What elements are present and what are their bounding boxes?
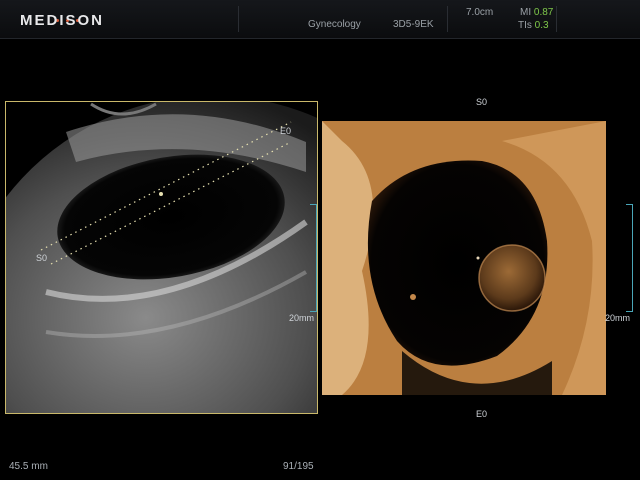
volume-render-panel[interactable] [322, 121, 606, 395]
tis-label: TIs [518, 20, 532, 31]
header-separator [556, 6, 557, 32]
bmode-image-panel[interactable]: S0 E0 [5, 101, 318, 414]
tis-value: 0.3 [534, 20, 549, 31]
header-separator [447, 6, 448, 32]
tis-readout: TIs 0.3 [518, 20, 549, 31]
start-marker-right: S0 [476, 97, 488, 107]
mi-value: 0.87 [533, 7, 554, 18]
measurement-readout: 45.5 mm [9, 461, 48, 472]
brand-logo: MEDISON [20, 12, 105, 29]
end-marker-left[interactable]: E0 [280, 126, 291, 136]
right-scale-bracket [626, 204, 633, 312]
start-marker-left[interactable]: S0 [36, 253, 47, 263]
depth-value: 7.0cm [466, 7, 494, 18]
volume-render-image [322, 121, 606, 395]
bmode-ultrasound-image [6, 102, 317, 413]
header-bar: MEDISON Gynecology 3D5-9EK 7.0cm MI 0.87… [0, 0, 640, 39]
mi-label: MI [520, 7, 532, 18]
left-scale-label: 20mm [289, 313, 315, 323]
mi-readout: MI 0.87 [520, 7, 553, 18]
end-marker-right: E0 [476, 409, 488, 419]
probe-label[interactable]: 3D5-9EK [393, 19, 434, 30]
frame-counter: 91/195 [283, 461, 314, 472]
application-label[interactable]: Gynecology [308, 19, 361, 30]
right-scale-label: 20mm [605, 313, 631, 323]
left-scale-bracket [310, 204, 317, 312]
header-separator [238, 6, 239, 32]
